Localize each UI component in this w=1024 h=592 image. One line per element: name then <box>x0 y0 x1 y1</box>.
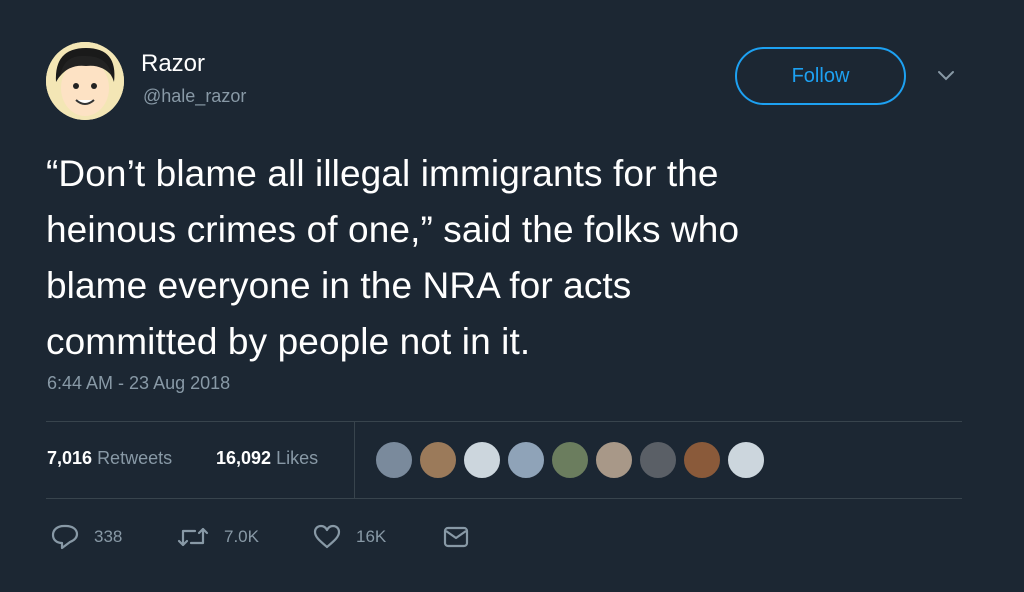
chevron-down-icon[interactable] <box>934 66 958 86</box>
message-button[interactable] <box>442 522 484 552</box>
reply-button[interactable]: 338 <box>50 522 122 552</box>
heart-icon <box>313 524 341 549</box>
tweet-actions: 338 7.0K 16K <box>46 518 646 558</box>
avatar[interactable] <box>46 42 124 120</box>
retweets-count: 7,016 <box>47 448 93 468</box>
message-icon <box>443 526 469 548</box>
liker-avatar[interactable] <box>418 440 458 480</box>
likes-stat[interactable]: 16,092 Likes <box>216 448 318 469</box>
reply-icon <box>51 524 79 550</box>
tweet-line: blame everyone in the NRA for acts <box>46 265 632 306</box>
liker-avatar[interactable] <box>550 440 590 480</box>
tweet-line: committed by people not in it. <box>46 321 531 362</box>
liker-avatar[interactable] <box>462 440 502 480</box>
tweet-line: “Don’t blame all illegal immigrants for … <box>46 153 719 194</box>
like-count: 16K <box>356 527 387 546</box>
likes-count: 16,092 <box>216 448 272 468</box>
likes-label: Likes <box>276 448 319 468</box>
liker-avatar[interactable] <box>594 440 634 480</box>
retweet-button[interactable]: 7.0K <box>176 522 259 552</box>
liker-avatar[interactable] <box>682 440 722 480</box>
tweet-timestamp[interactable]: 6:44 AM - 23 Aug 2018 <box>47 373 230 394</box>
user-name[interactable]: Razor <box>141 50 205 78</box>
liker-avatar[interactable] <box>374 440 414 480</box>
retweets-stat[interactable]: 7,016 Retweets <box>47 448 172 469</box>
retweet-icon <box>177 527 209 547</box>
follow-button[interactable]: Follow <box>735 47 906 105</box>
tweet-header: Razor @hale_razor Follow <box>46 42 986 122</box>
retweets-label: Retweets <box>97 448 173 468</box>
reply-count: 338 <box>94 527 123 546</box>
retweet-count: 7.0K <box>224 527 259 546</box>
stats-separator <box>354 422 355 498</box>
liker-avatar[interactable] <box>638 440 678 480</box>
user-handle[interactable]: @hale_razor <box>143 86 246 107</box>
liker-avatar[interactable] <box>726 440 766 480</box>
engagement-stats: 7,016 Retweets 16,092 Likes <box>46 422 962 498</box>
divider <box>46 498 962 499</box>
liker-avatar[interactable] <box>506 440 546 480</box>
like-button[interactable]: 16K <box>312 522 386 552</box>
tweet-line: heinous crimes of one,” said the folks w… <box>46 209 740 250</box>
tweet-text: “Don’t blame all illegal immigrants for … <box>46 146 966 370</box>
